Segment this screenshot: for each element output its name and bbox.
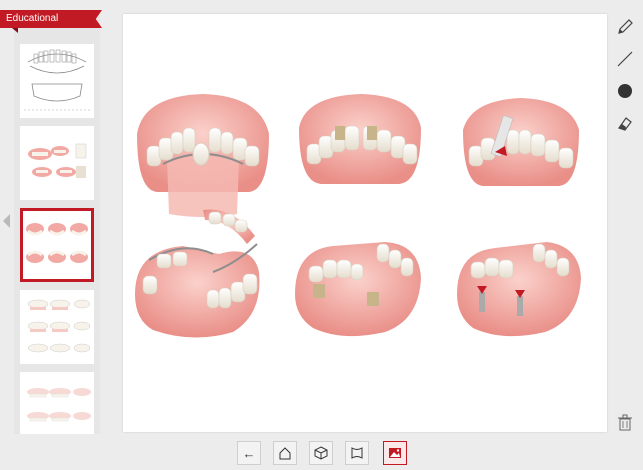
thumbnail-prosthetics-comparison[interactable] [20,208,94,282]
back-button[interactable]: ← [237,441,261,465]
pencil-icon[interactable] [612,14,638,40]
image-icon [389,448,401,458]
cube-icon [314,446,328,460]
illustration-canvas[interactable] [123,14,607,432]
3d-view-button[interactable] [309,441,333,465]
thumbnail-sidebar [14,14,100,434]
implant-crown-upper [463,98,579,186]
eraser-icon[interactable] [612,110,638,136]
collapse-sidebar-icon[interactable] [3,214,10,228]
thumbnail-dental-overview[interactable] [20,126,94,200]
home-icon [279,447,291,460]
bridge-lower [295,242,421,337]
image-gallery-button[interactable] [383,441,407,465]
trash-icon[interactable] [612,410,638,436]
bridge-upper [299,94,421,184]
line-icon[interactable] [612,46,638,72]
thumbnail-dental-arches[interactable] [20,372,94,434]
ribbon-fold [12,28,18,33]
arch-view-button[interactable] [345,441,369,465]
category-ribbon[interactable]: Educational [0,10,102,28]
thumbnail-panoramic-xray[interactable] [20,44,94,118]
home-button[interactable] [273,441,297,465]
removable-partial-denture-upper [137,94,269,217]
thumbnail-full-dentures[interactable] [20,290,94,364]
implant-bridge-lower [457,242,581,337]
back-arrow-icon: ← [242,445,256,461]
bottom-navigation: ← [237,441,407,465]
circle-icon[interactable] [612,78,638,104]
removable-partial-denture-lower [135,209,260,338]
arch-icon [351,447,363,459]
